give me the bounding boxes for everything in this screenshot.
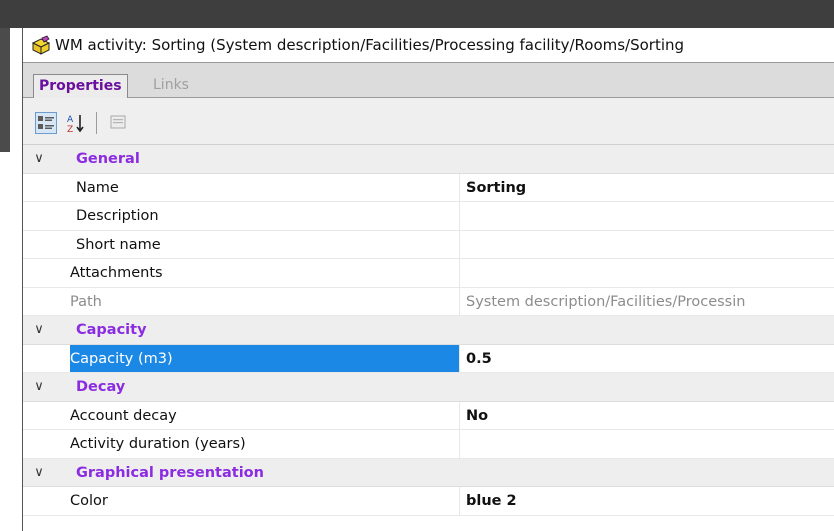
chevron-down-icon[interactable]: ∨ [27, 459, 51, 487]
category-capacity[interactable]: ∨ Capacity [23, 316, 834, 345]
left-frame [0, 28, 22, 531]
category-label: Capacity [76, 322, 147, 338]
property-row-account-decay[interactable]: Account decay No [23, 401, 834, 430]
chevron-down-icon[interactable]: ∨ [27, 373, 51, 401]
left-frame-dark [0, 28, 10, 152]
property-grid: ∨ General Name Sorting Description Short… [23, 145, 834, 516]
property-value[interactable]: blue 2 [459, 487, 834, 515]
category-general[interactable]: ∨ General [23, 145, 834, 174]
properties-panel: WM activity: Sorting (System description… [22, 28, 834, 531]
property-row-capacity[interactable]: Capacity (m3) 0.5 [23, 344, 834, 373]
panel-title-bar: WM activity: Sorting (System description… [23, 28, 834, 63]
property-label: Description [76, 208, 159, 224]
property-label: Capacity (m3) [70, 344, 459, 372]
property-label: Account decay [70, 407, 177, 424]
property-value[interactable] [459, 259, 834, 287]
alphabetical-sort-icon[interactable]: A Z [66, 112, 88, 135]
chevron-down-icon[interactable]: ∨ [27, 145, 51, 173]
property-label: Color [70, 493, 108, 509]
toolbar-separator [96, 112, 97, 134]
property-label: Attachments [70, 265, 163, 281]
property-value[interactable]: 0.5 [459, 344, 834, 372]
tab-links[interactable]: Links [148, 74, 194, 98]
category-label: General [76, 151, 140, 167]
property-value: System description/Facilities/Processin [459, 287, 834, 315]
category-label: Decay [76, 379, 126, 395]
property-label: Short name [76, 236, 161, 253]
category-graphical-presentation[interactable]: ∨ Graphical presentation [23, 458, 834, 487]
tab-bar: Properties Links [23, 63, 834, 98]
property-row-short-name[interactable]: Short name [23, 230, 834, 259]
property-row-path: Path System description/Facilities/Proce… [23, 287, 834, 316]
property-toolbar: A Z [23, 98, 834, 145]
property-row-description[interactable]: Description [23, 202, 834, 231]
chevron-down-icon[interactable]: ∨ [27, 316, 51, 344]
property-row-name[interactable]: Name Sorting [23, 173, 834, 202]
property-value[interactable]: No [459, 401, 834, 429]
panel-title-text: WM activity: Sorting (System description… [55, 36, 685, 54]
svg-text:Z: Z [67, 125, 73, 134]
window-top-frame [0, 0, 834, 28]
property-value[interactable] [459, 230, 834, 258]
property-value[interactable] [459, 430, 834, 458]
property-pages-icon[interactable] [108, 112, 130, 134]
svg-text:A: A [67, 115, 74, 125]
property-label: Path [70, 293, 102, 310]
property-row-attachments[interactable]: Attachments [23, 259, 834, 288]
wm-activity-icon [31, 35, 51, 55]
property-row-activity-duration[interactable]: Activity duration (years) [23, 430, 834, 459]
property-value[interactable] [459, 202, 834, 230]
category-decay[interactable]: ∨ Decay [23, 373, 834, 402]
property-value[interactable]: Sorting [459, 173, 834, 201]
category-label: Graphical presentation [76, 464, 264, 481]
property-label: Name [76, 179, 119, 196]
property-row-color[interactable]: Color blue 2 [23, 487, 834, 516]
tab-properties[interactable]: Properties [33, 74, 128, 98]
property-label: Activity duration (years) [70, 436, 246, 452]
categorized-view-icon[interactable] [35, 112, 57, 134]
